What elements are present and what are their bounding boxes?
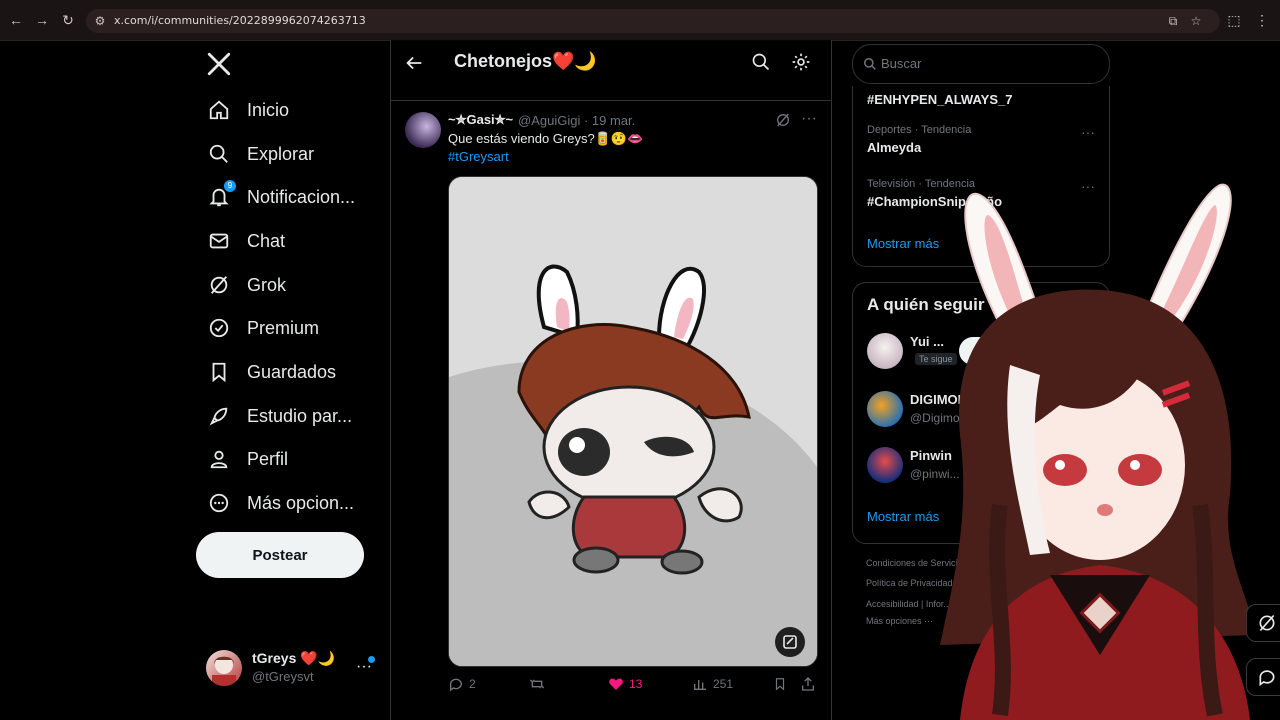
page-title: Chetonejos❤️🌙 — [454, 51, 597, 71]
trend-name: #ENHYPEN_ALWAYS_7 — [867, 92, 1013, 107]
sidebar-item-label: Chat — [247, 230, 286, 251]
sidebar-item-estudio[interactable]: Estudio par... — [196, 396, 376, 436]
chat-bubble-icon[interactable] — [1246, 658, 1280, 696]
trend-item[interactable]: Deportes · Tendencia Almeyda — [867, 124, 971, 155]
trend-name: Almeyda — [867, 140, 922, 155]
account-handle: @tGreysvt — [252, 669, 314, 684]
sidebar-item-perfil[interactable]: Perfil — [196, 439, 376, 479]
account-name: tGreys ❤️🌙 — [252, 650, 336, 666]
grok-icon[interactable] — [1246, 604, 1280, 642]
bookmark-icon — [775, 678, 785, 691]
install-icon[interactable]: ⧉ — [1165, 13, 1181, 29]
browser-toolbar: ← → ↻ ⚙ x.com/i/communities/202289996207… — [0, 0, 1280, 41]
reply-icon — [449, 678, 462, 692]
search-icon — [864, 58, 876, 70]
mail-icon — [206, 228, 232, 254]
tweet-author-handle[interactable]: @AguiGigi · 19 mar. — [518, 113, 635, 128]
views-icon — [694, 680, 706, 690]
like-count: 13 — [629, 677, 643, 691]
sidebar-item-label: Premium — [247, 317, 320, 338]
grok-icon[interactable] — [775, 112, 791, 133]
community-header: Chetonejos❤️🌙 — [391, 40, 831, 101]
tweet-author-name[interactable]: ~✮Gasi✮~ — [448, 112, 513, 128]
tweet-media-image[interactable] — [448, 176, 818, 667]
sidebar-item-label: Grok — [247, 274, 287, 295]
x-logo-icon[interactable] — [206, 51, 232, 77]
avatar — [867, 391, 903, 427]
trend-meta: Deportes · Tendencia — [867, 124, 972, 136]
sidebar-item-explorar[interactable]: Explorar — [196, 134, 376, 174]
grok-icon — [206, 272, 232, 298]
vtuber-avatar-overlay — [940, 183, 1255, 720]
sidebar-item-label: Estudio par... — [247, 405, 353, 426]
image-description-icon[interactable] — [775, 627, 805, 657]
gear-icon[interactable] — [791, 52, 811, 77]
sidebar-item-label: Notificacion... — [247, 186, 356, 207]
views-count: 251 — [713, 677, 734, 691]
avatar — [867, 447, 903, 483]
repost-button[interactable] — [528, 676, 546, 692]
sidebar-item-label: Inicio — [247, 99, 290, 120]
avatar[interactable] — [405, 112, 441, 148]
like-button[interactable]: 13 — [608, 676, 642, 692]
share-icon — [802, 677, 814, 691]
forward-icon[interactable]: → — [32, 10, 52, 30]
reply-button[interactable]: 2 — [448, 676, 476, 692]
sidebar-item-grok[interactable]: Grok — [196, 265, 376, 305]
sidebar-item-label: Más opcion... — [247, 492, 355, 513]
person-icon — [206, 446, 232, 472]
search-input[interactable]: Buscar — [852, 44, 1110, 84]
search-icon[interactable] — [751, 52, 771, 77]
avatar — [867, 333, 903, 369]
reload-icon[interactable]: ↻ — [58, 10, 78, 30]
menu-icon[interactable]: ⋮ — [1252, 10, 1272, 30]
address-bar[interactable]: ⚙ x.com/i/communities/202289996207426371… — [86, 9, 1220, 33]
more-icon[interactable]: ··· — [1081, 124, 1095, 140]
search-placeholder: Buscar — [881, 56, 922, 71]
tweet-actions: 2 13 251 — [448, 676, 818, 696]
trend-item[interactable]: #ENHYPEN_ALWAYS_7 — [867, 88, 1012, 107]
share-button[interactable] — [800, 676, 816, 692]
repost-icon — [529, 679, 545, 689]
sidebar-item-premium[interactable]: Premium — [196, 308, 376, 348]
home-icon — [206, 97, 232, 123]
avatar — [206, 650, 242, 686]
extensions-icon[interactable]: ⬚ — [1224, 10, 1244, 30]
more-circle-icon — [206, 490, 232, 516]
bookmark-icon — [206, 359, 232, 385]
bell-icon: 9 — [206, 180, 236, 210]
back-icon[interactable]: ← — [6, 10, 26, 30]
post-button[interactable]: Postear — [196, 532, 364, 578]
tweet-text: Que estás viendo Greys?🥫🤨👄 — [448, 131, 644, 146]
unread-dot — [368, 656, 375, 663]
sidebar-item-label: Perfil — [247, 448, 289, 469]
sidebar-item-inicio[interactable]: Inicio — [196, 90, 376, 130]
more-icon[interactable]: ··· — [801, 110, 817, 128]
heart-icon — [609, 678, 623, 690]
account-switcher[interactable]: tGreys ❤️🌙 @tGreysvt ··· — [204, 648, 384, 688]
sidebar-item-mas-opciones[interactable]: Más opcion... — [196, 483, 376, 523]
bookmark-star-icon[interactable]: ☆ — [1188, 13, 1204, 29]
reply-count: 2 — [469, 677, 476, 691]
url-text: x.com/i/communities/2022899962074263713 — [114, 14, 366, 27]
site-info-icon[interactable]: ⚙ — [92, 13, 108, 29]
main-timeline: Chetonejos❤️🌙 ~✮Gasi✮~ @AguiGigi · 19 ma… — [390, 40, 832, 720]
verified-icon — [206, 315, 232, 341]
rocket-icon — [206, 403, 232, 429]
bookmark-button[interactable] — [773, 676, 787, 692]
back-arrow-icon[interactable] — [403, 52, 425, 74]
sidebar-item-label: Guardados — [247, 361, 337, 382]
notification-badge: 9 — [224, 180, 236, 192]
sidebar-item-guardados[interactable]: Guardados — [196, 352, 376, 392]
search-icon — [206, 141, 232, 167]
tweet-hashtag[interactable]: #tGreysart — [448, 149, 509, 164]
views-button[interactable]: 251 — [692, 676, 733, 692]
sidebar-item-notificaciones[interactable]: 9 Notificacion... — [196, 177, 376, 217]
sidebar-item-label: Explorar — [247, 143, 315, 164]
sidebar-item-chat[interactable]: Chat — [196, 221, 376, 261]
